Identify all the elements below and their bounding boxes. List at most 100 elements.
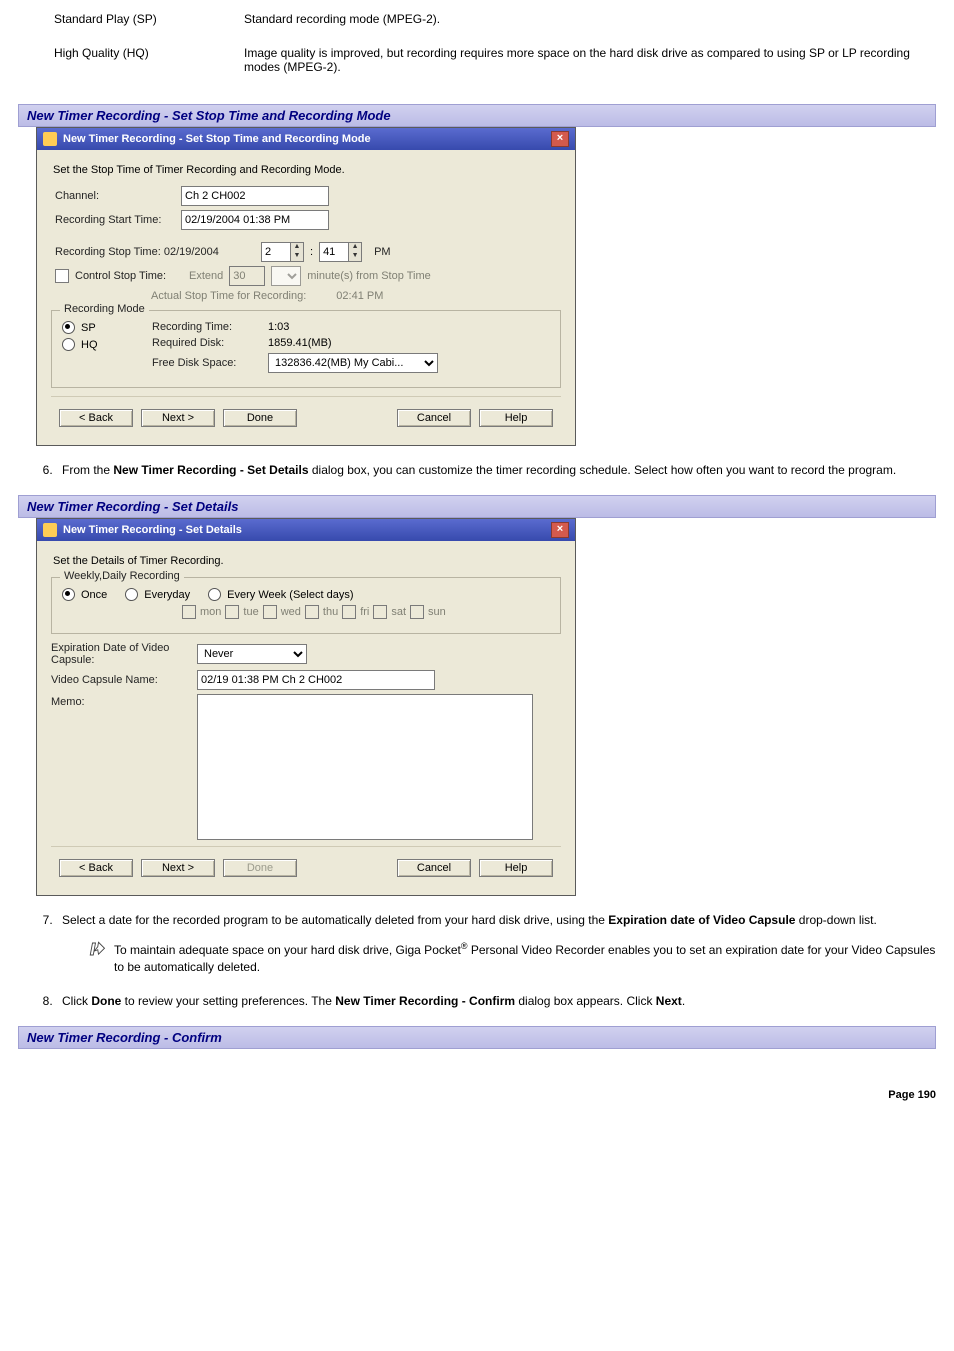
actual-stop-label: Actual Stop Time for Recording: <box>151 290 306 302</box>
stop-time-hour-spin[interactable]: ▲▼ <box>261 242 304 262</box>
step-7-text-c: drop-down list. <box>795 913 876 927</box>
freq-once-radio[interactable] <box>62 588 75 601</box>
capsule-name-label: Video Capsule Name: <box>51 674 191 686</box>
free-disk-select[interactable]: 132836.42(MB) My Cabi... <box>268 353 438 373</box>
step-6-bold: New Timer Recording - Set Details <box>113 463 308 477</box>
step-7-text-a: Select a date for the recorded program t… <box>62 913 608 927</box>
day-mon-label: mon <box>200 606 221 618</box>
day-sat-checkbox <box>373 605 387 619</box>
step-8: Click Done to review your setting prefer… <box>56 993 936 1010</box>
section-title-confirm: New Timer Recording - Confirm <box>18 1026 936 1049</box>
cancel-button[interactable]: Cancel <box>397 859 471 877</box>
day-tue-label: tue <box>243 606 258 618</box>
definition-body-sp: Standard recording mode (MPEG-2). <box>244 12 936 26</box>
cancel-button[interactable]: Cancel <box>397 409 471 427</box>
app-icon <box>43 523 57 537</box>
required-disk-label: Required Disk: <box>152 337 262 349</box>
next-button[interactable]: Next > <box>141 859 215 877</box>
help-button[interactable]: Help <box>479 409 553 427</box>
day-sun-label: sun <box>428 606 446 618</box>
mode-hq-label: HQ <box>81 339 98 351</box>
close-icon[interactable]: × <box>551 522 569 538</box>
stop-time-ampm: PM <box>374 246 391 258</box>
day-sun-checkbox <box>410 605 424 619</box>
freq-weekly-label: Every Week (Select days) <box>227 589 353 601</box>
stop-time-hour-input[interactable] <box>261 242 291 262</box>
note-text: To maintain adequate space on your hard … <box>114 940 936 977</box>
next-button[interactable]: Next > <box>141 409 215 427</box>
definition-term-sp: Standard Play (SP) <box>54 12 244 26</box>
step-8-a: Click <box>62 994 91 1008</box>
day-wed-label: wed <box>281 606 301 618</box>
close-icon[interactable]: × <box>551 131 569 147</box>
day-fri-label: fri <box>360 606 369 618</box>
section-title-stop-time: New Timer Recording - Set Stop Time and … <box>18 104 936 127</box>
recording-mode-legend: Recording Mode <box>60 303 149 315</box>
step-8-d: New Timer Recording - Confirm <box>335 994 515 1008</box>
extend-minutes-input <box>229 266 265 286</box>
control-stop-time-label: Control Stop Time: <box>75 270 183 282</box>
step-7-bold: Expiration date of Video Capsule <box>608 913 795 927</box>
channel-input[interactable] <box>181 186 329 206</box>
day-tue-checkbox <box>225 605 239 619</box>
free-disk-label: Free Disk Space: <box>152 357 262 369</box>
section-title-details: New Timer Recording - Set Details <box>18 495 936 518</box>
step-6: From the New Timer Recording - Set Detai… <box>56 462 936 479</box>
day-thu-checkbox <box>305 605 319 619</box>
control-stop-time-checkbox[interactable] <box>55 269 69 283</box>
back-button[interactable]: < Back <box>59 859 133 877</box>
channel-label: Channel: <box>55 190 175 202</box>
stop-time-label: Recording Stop Time: 02/19/2004 <box>55 246 255 258</box>
spin-buttons[interactable]: ▲▼ <box>291 242 304 262</box>
help-button[interactable]: Help <box>479 859 553 877</box>
step-8-f: Next <box>656 994 682 1008</box>
day-mon-checkbox <box>182 605 196 619</box>
spin-buttons[interactable]: ▲▼ <box>349 242 362 262</box>
extend-minutes-select <box>271 266 301 286</box>
step-6-suffix: dialog box, you can customize the timer … <box>309 463 897 477</box>
expiration-select[interactable]: Never <box>197 644 307 664</box>
window-title: New Timer Recording - Set Details <box>63 524 545 536</box>
dialog-subtitle: Set the Details of Timer Recording. <box>53 555 561 567</box>
extend-suffix: minute(s) from Stop Time <box>307 270 430 282</box>
note-reg: ® <box>461 941 468 951</box>
page-number: Page 190 <box>18 1089 936 1101</box>
dialog-set-stop-time: New Timer Recording - Set Stop Time and … <box>36 127 576 446</box>
back-button[interactable]: < Back <box>59 409 133 427</box>
frequency-legend: Weekly,Daily Recording <box>60 570 184 582</box>
step-8-c: to review your setting preferences. The <box>121 994 335 1008</box>
memo-textarea[interactable] <box>197 694 533 840</box>
day-thu-label: thu <box>323 606 338 618</box>
mode-sp-radio[interactable] <box>62 321 75 334</box>
stop-time-min-input[interactable] <box>319 242 349 262</box>
step-8-g: . <box>682 994 685 1008</box>
memo-label: Memo: <box>51 694 191 708</box>
required-disk-value: 1859.41(MB) <box>268 337 332 349</box>
dialog-subtitle: Set the Stop Time of Timer Recording and… <box>53 164 561 176</box>
mode-sp-label: SP <box>81 322 96 334</box>
definition-term-hq: High Quality (HQ) <box>54 46 244 74</box>
day-sat-label: sat <box>391 606 406 618</box>
step-6-prefix: From the <box>62 463 113 477</box>
start-time-label: Recording Start Time: <box>55 214 175 226</box>
step-8-e: dialog box appears. Click <box>515 994 656 1008</box>
definition-body-hq: Image quality is improved, but recording… <box>244 46 936 74</box>
note-text-a: To maintain adequate space on your hard … <box>114 943 461 957</box>
app-icon <box>43 132 57 146</box>
time-colon: : <box>310 246 313 258</box>
start-time-input[interactable] <box>181 210 329 230</box>
step-7: Select a date for the recorded program t… <box>56 912 936 976</box>
step-8-b: Done <box>91 994 121 1008</box>
actual-stop-value: 02:41 PM <box>336 290 383 302</box>
freq-everyday-label: Everyday <box>144 589 190 601</box>
stop-time-min-spin[interactable]: ▲▼ <box>319 242 362 262</box>
freq-everyday-radio[interactable] <box>125 588 138 601</box>
window-title: New Timer Recording - Set Stop Time and … <box>63 133 545 145</box>
done-button[interactable]: Done <box>223 409 297 427</box>
capsule-name-input[interactable] <box>197 670 435 690</box>
freq-once-label: Once <box>81 589 107 601</box>
expiration-label: Expiration Date of Video Capsule: <box>51 642 191 666</box>
day-wed-checkbox <box>263 605 277 619</box>
freq-weekly-radio[interactable] <box>208 588 221 601</box>
mode-hq-radio[interactable] <box>62 338 75 351</box>
